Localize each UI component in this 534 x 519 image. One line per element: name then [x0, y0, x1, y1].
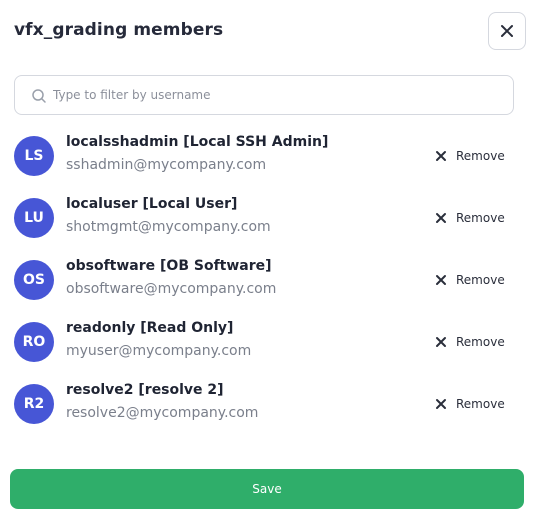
- member-name: localuser [Local User]: [66, 196, 238, 212]
- username-filter-input[interactable]: [53, 80, 503, 110]
- member-list: LS localsshadmin [Local SSH Admin] sshad…: [0, 124, 534, 434]
- close-button[interactable]: [488, 12, 526, 50]
- dialog-title: vfx_grading members: [14, 20, 224, 40]
- close-icon: [436, 275, 446, 285]
- close-icon: [436, 399, 446, 409]
- close-icon: [436, 151, 446, 161]
- remove-member-button[interactable]: Remove: [434, 146, 505, 166]
- member-name: readonly [Read Only]: [66, 320, 234, 336]
- search-icon: [32, 89, 46, 103]
- member-name: resolve2 [resolve 2]: [66, 382, 224, 398]
- avatar: LS: [14, 136, 54, 176]
- remove-label: Remove: [456, 335, 505, 349]
- remove-member-button[interactable]: Remove: [434, 270, 505, 290]
- remove-label: Remove: [456, 149, 505, 163]
- remove-member-button[interactable]: Remove: [434, 332, 505, 352]
- close-icon: [436, 213, 446, 223]
- member-row: OS obsoftware [OB Software] obsoftware@m…: [0, 248, 534, 310]
- close-icon: [436, 337, 446, 347]
- member-email: obsoftware@mycompany.com: [66, 281, 277, 297]
- member-row: LS localsshadmin [Local SSH Admin] sshad…: [0, 124, 534, 186]
- remove-label: Remove: [456, 397, 505, 411]
- avatar: LU: [14, 198, 54, 238]
- avatar: R2: [14, 384, 54, 424]
- member-name: localsshadmin [Local SSH Admin]: [66, 134, 329, 150]
- avatar: RO: [14, 322, 54, 362]
- member-row: R2 resolve2 [resolve 2] resolve2@mycompa…: [0, 372, 534, 434]
- member-email: sshadmin@mycompany.com: [66, 157, 267, 173]
- member-name: obsoftware [OB Software]: [66, 258, 272, 274]
- avatar: OS: [14, 260, 54, 300]
- remove-label: Remove: [456, 211, 505, 225]
- remove-member-button[interactable]: Remove: [434, 208, 505, 228]
- remove-label: Remove: [456, 273, 505, 287]
- member-row: LU localuser [Local User] shotmgmt@mycom…: [0, 186, 534, 248]
- member-email: resolve2@mycompany.com: [66, 405, 259, 421]
- save-button[interactable]: Save: [10, 469, 524, 509]
- remove-member-button[interactable]: Remove: [434, 394, 505, 414]
- close-icon: [501, 25, 513, 37]
- username-filter-field[interactable]: [14, 75, 514, 115]
- member-row: RO readonly [Read Only] myuser@mycompany…: [0, 310, 534, 372]
- member-email: myuser@mycompany.com: [66, 343, 252, 359]
- member-email: shotmgmt@mycompany.com: [66, 219, 271, 235]
